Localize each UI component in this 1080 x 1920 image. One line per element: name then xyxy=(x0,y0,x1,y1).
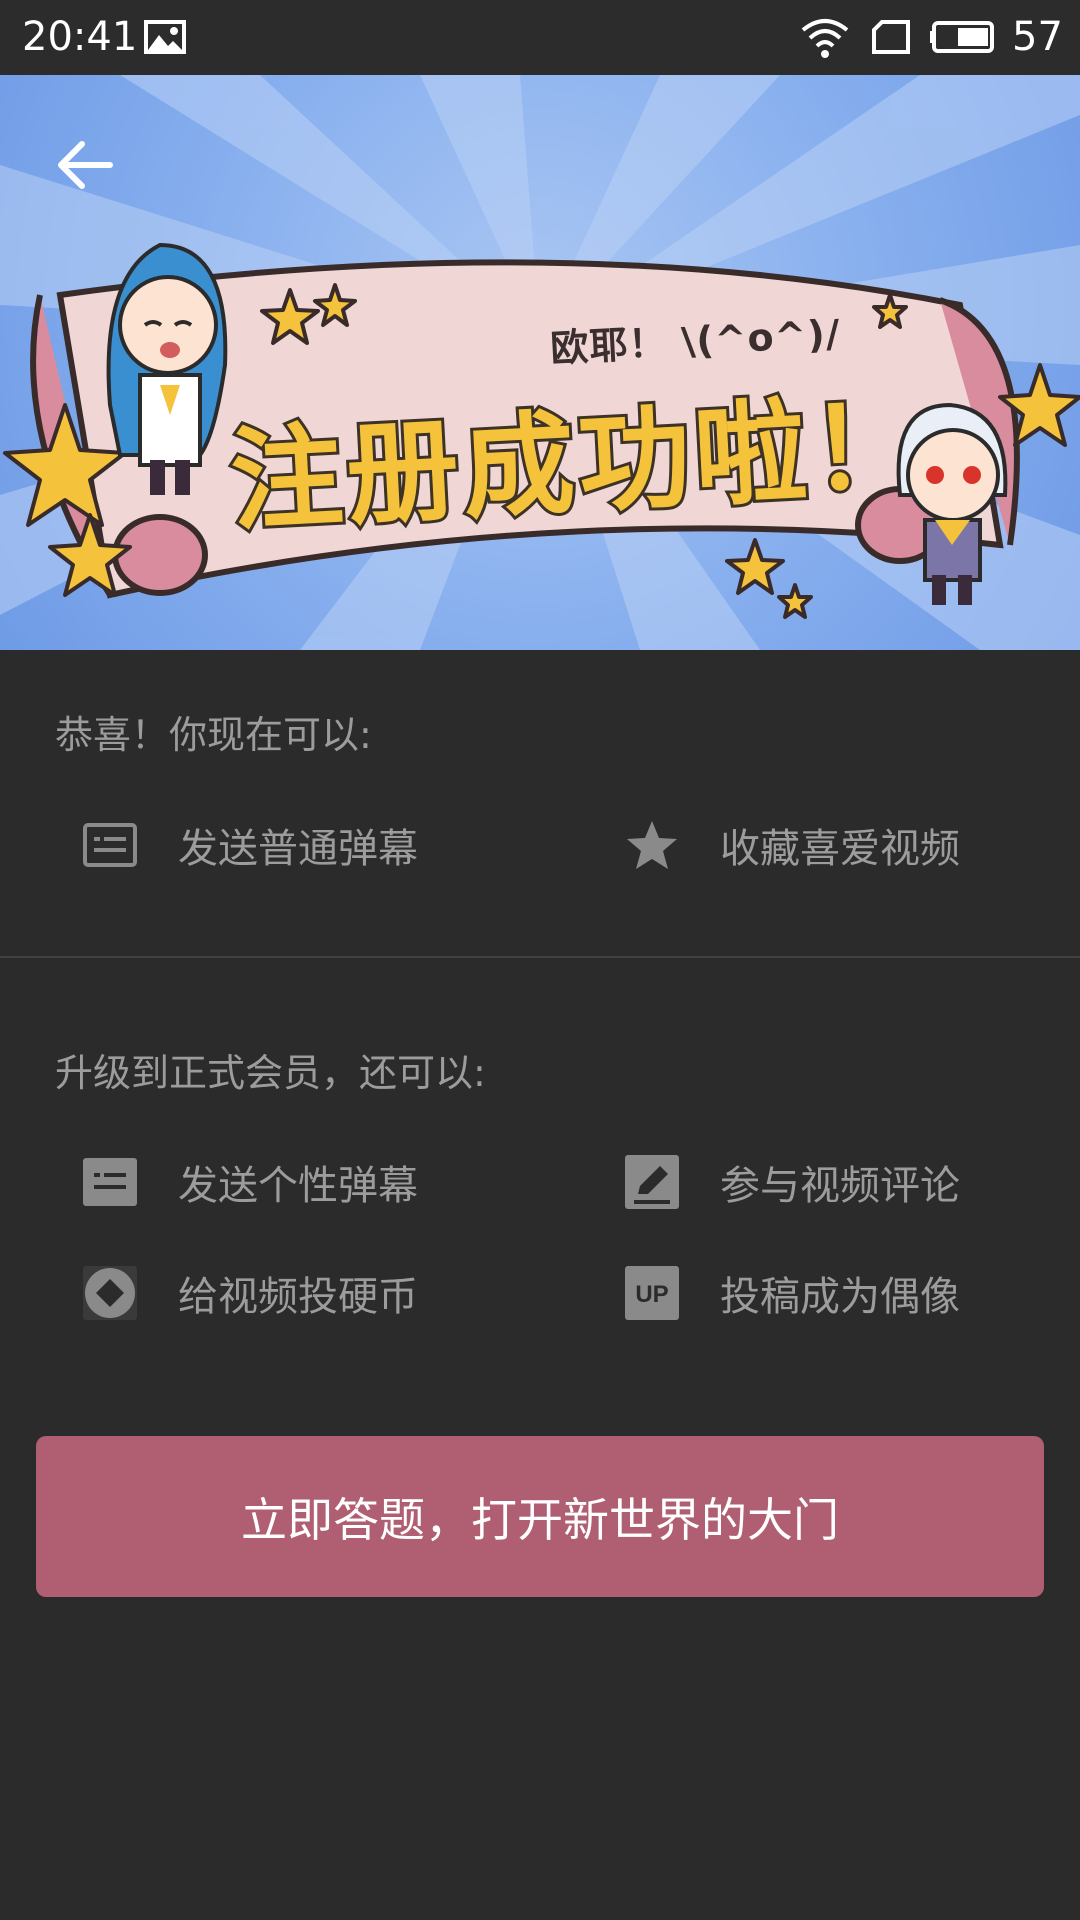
svg-text:UP: UP xyxy=(635,1281,668,1308)
wifi-icon xyxy=(800,16,850,64)
feature-label: 发送个性弹幕 xyxy=(178,1163,418,1209)
status-bar: 20:41 57 xyxy=(0,0,1080,75)
feature-styled-danmaku: 发送个性弹幕 xyxy=(82,1152,418,1212)
gallery-icon xyxy=(144,20,186,58)
sim-card-icon xyxy=(870,20,912,58)
back-button[interactable] xyxy=(50,130,120,200)
battery-icon xyxy=(930,20,1000,58)
feature-label: 参与视频评论 xyxy=(720,1163,960,1209)
start-quiz-button[interactable]: 立即答题，打开新世界的大门 xyxy=(36,1436,1044,1597)
up-icon: UP xyxy=(624,1265,680,1321)
current-privileges-heading: 恭喜！你现在可以: xyxy=(55,713,372,757)
feature-label: 发送普通弹幕 xyxy=(178,826,418,872)
feature-upload-idol: UP 投稿成为偶像 xyxy=(624,1263,960,1323)
battery-level: 57 xyxy=(1012,14,1063,60)
feature-label: 给视频投硬币 xyxy=(178,1274,418,1320)
feature-send-danmaku: 发送普通弹幕 xyxy=(82,815,418,875)
success-banner: 欧耶！ \(^o^)/ 注册成功啦！ xyxy=(0,75,1080,650)
section-divider xyxy=(0,956,1080,958)
feature-label: 收藏喜爱视频 xyxy=(720,826,960,872)
status-time: 20:41 xyxy=(22,14,138,60)
feature-video-comment: 参与视频评论 xyxy=(624,1152,960,1212)
feature-favorite-videos: 收藏喜爱视频 xyxy=(624,815,960,875)
arrow-left-icon xyxy=(58,141,113,189)
register-success-screen: 20:41 57 欧耶！ \(^o^)/ 注册成功啦！ 恭喜！你现在可以: 发送… xyxy=(0,0,1080,1920)
star-icon xyxy=(624,817,680,873)
pencil-icon xyxy=(624,1154,680,1210)
coin-icon xyxy=(82,1265,138,1321)
feature-label: 投稿成为偶像 xyxy=(720,1274,960,1320)
danmaku-icon xyxy=(82,817,138,873)
styled-danmaku-icon xyxy=(82,1154,138,1210)
upgrade-privileges-heading: 升级到正式会员，还可以: xyxy=(55,1051,486,1095)
feature-give-coins: 给视频投硬币 xyxy=(82,1263,418,1323)
